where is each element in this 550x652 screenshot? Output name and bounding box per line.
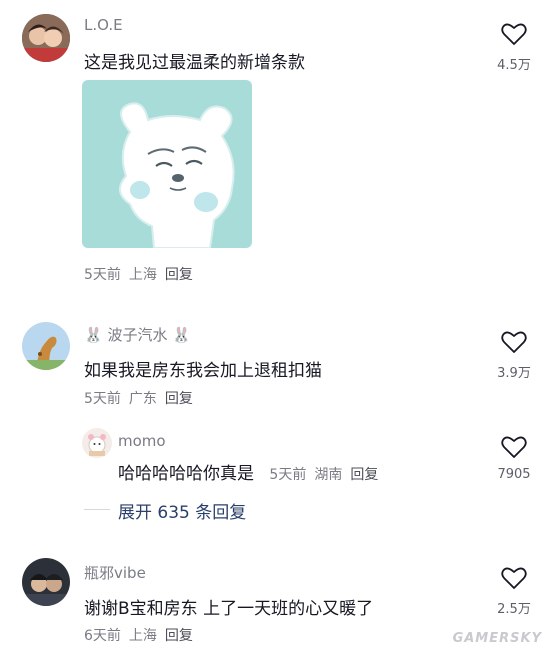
divider xyxy=(84,509,110,510)
comment-time: 6天前 xyxy=(84,628,121,644)
comment-username[interactable]: L.O.E xyxy=(84,16,123,34)
avatar[interactable] xyxy=(82,428,112,458)
reply-time: 5天前 xyxy=(269,467,307,483)
avatar[interactable] xyxy=(22,14,70,62)
like-count: 2.5万 xyxy=(497,602,531,617)
heart-outline-icon[interactable] xyxy=(501,22,527,46)
comment-location: 上海 xyxy=(128,267,157,283)
reply-meta: 5天前 湖南 回复 xyxy=(269,467,386,483)
comment-meta: 6天前 上海 回复 xyxy=(84,625,201,645)
reply-button[interactable]: 回复 xyxy=(165,391,193,407)
reply-location: 湖南 xyxy=(314,467,343,483)
reply-button[interactable]: 回复 xyxy=(165,267,193,283)
comment-username[interactable]: 🐰 波子汽水 🐰 xyxy=(84,324,191,345)
like-count: 3.9万 xyxy=(497,366,531,381)
comment-text: 这是我见过最温柔的新增条款 xyxy=(84,53,305,73)
comment-username[interactable]: 瓶邪vibe xyxy=(84,562,146,583)
reply-content: 哈哈哈哈哈你真是 xyxy=(118,464,254,484)
comment-time: 5天前 xyxy=(84,267,121,283)
like-count: 4.5万 xyxy=(497,58,531,73)
comment-meta: 5天前 广东 回复 xyxy=(84,388,201,408)
reply-button[interactable]: 回复 xyxy=(165,628,193,644)
comment-meta: 5天前 上海 回复 xyxy=(84,264,201,284)
expand-replies-button[interactable]: 展开 635 条回复 xyxy=(118,498,246,523)
comment-text: 如果我是房东我会加上退租扣猫 xyxy=(84,361,322,381)
watermark: GAMERSKY xyxy=(452,631,542,646)
avatar[interactable] xyxy=(22,322,70,370)
heart-outline-icon[interactable] xyxy=(501,435,527,459)
sticker-image[interactable] xyxy=(82,80,252,248)
reply-button[interactable]: 回复 xyxy=(350,467,378,483)
reply-text: 哈哈哈哈哈你真是 5天前 湖南 回复 xyxy=(118,459,386,484)
comment-text: 谢谢B宝和房东 上了一天班的心又暖了 xyxy=(84,599,374,619)
like-count: 7905 xyxy=(497,467,531,482)
reply-username[interactable]: momo xyxy=(118,432,166,450)
heart-outline-icon[interactable] xyxy=(501,330,527,354)
comment-location: 广东 xyxy=(128,391,157,407)
comment-time: 5天前 xyxy=(84,391,121,407)
avatar[interactable] xyxy=(22,558,70,606)
heart-outline-icon[interactable] xyxy=(501,566,527,590)
comment-location: 上海 xyxy=(128,628,157,644)
